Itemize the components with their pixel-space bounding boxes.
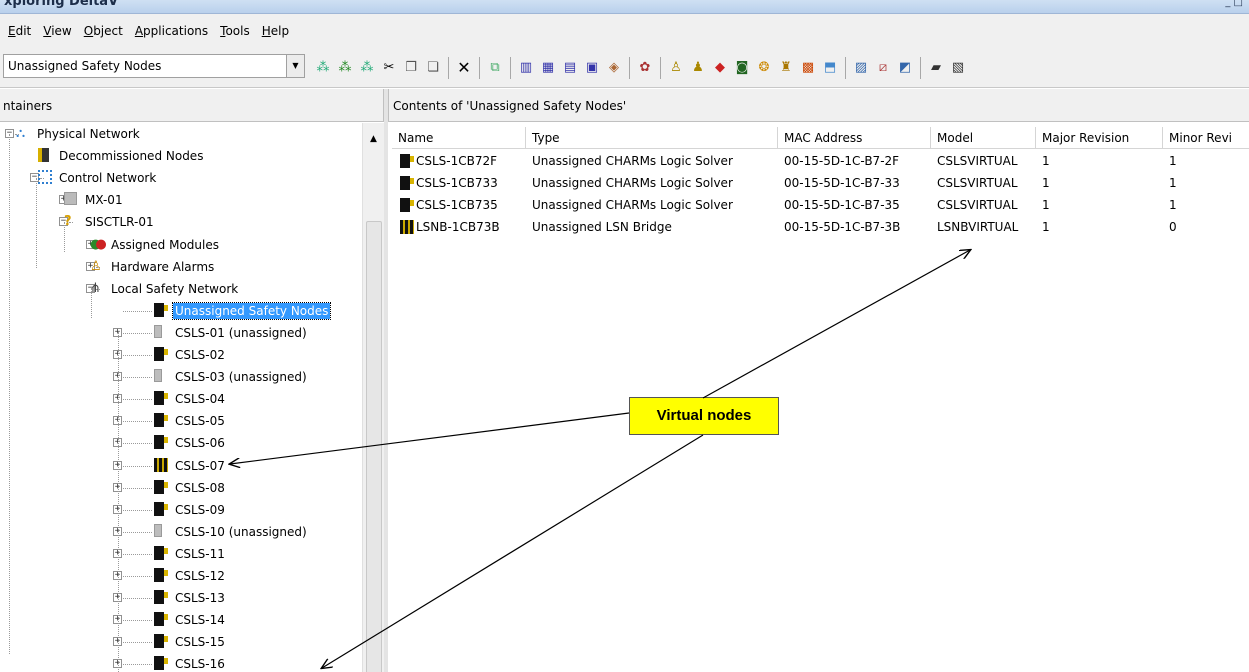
arrow-to-lsnbvirtual xyxy=(702,250,970,399)
arrow-to-csls-16 xyxy=(322,434,704,668)
arrow-to-csls-07 xyxy=(230,412,630,464)
annotation-arrows xyxy=(0,0,1249,672)
